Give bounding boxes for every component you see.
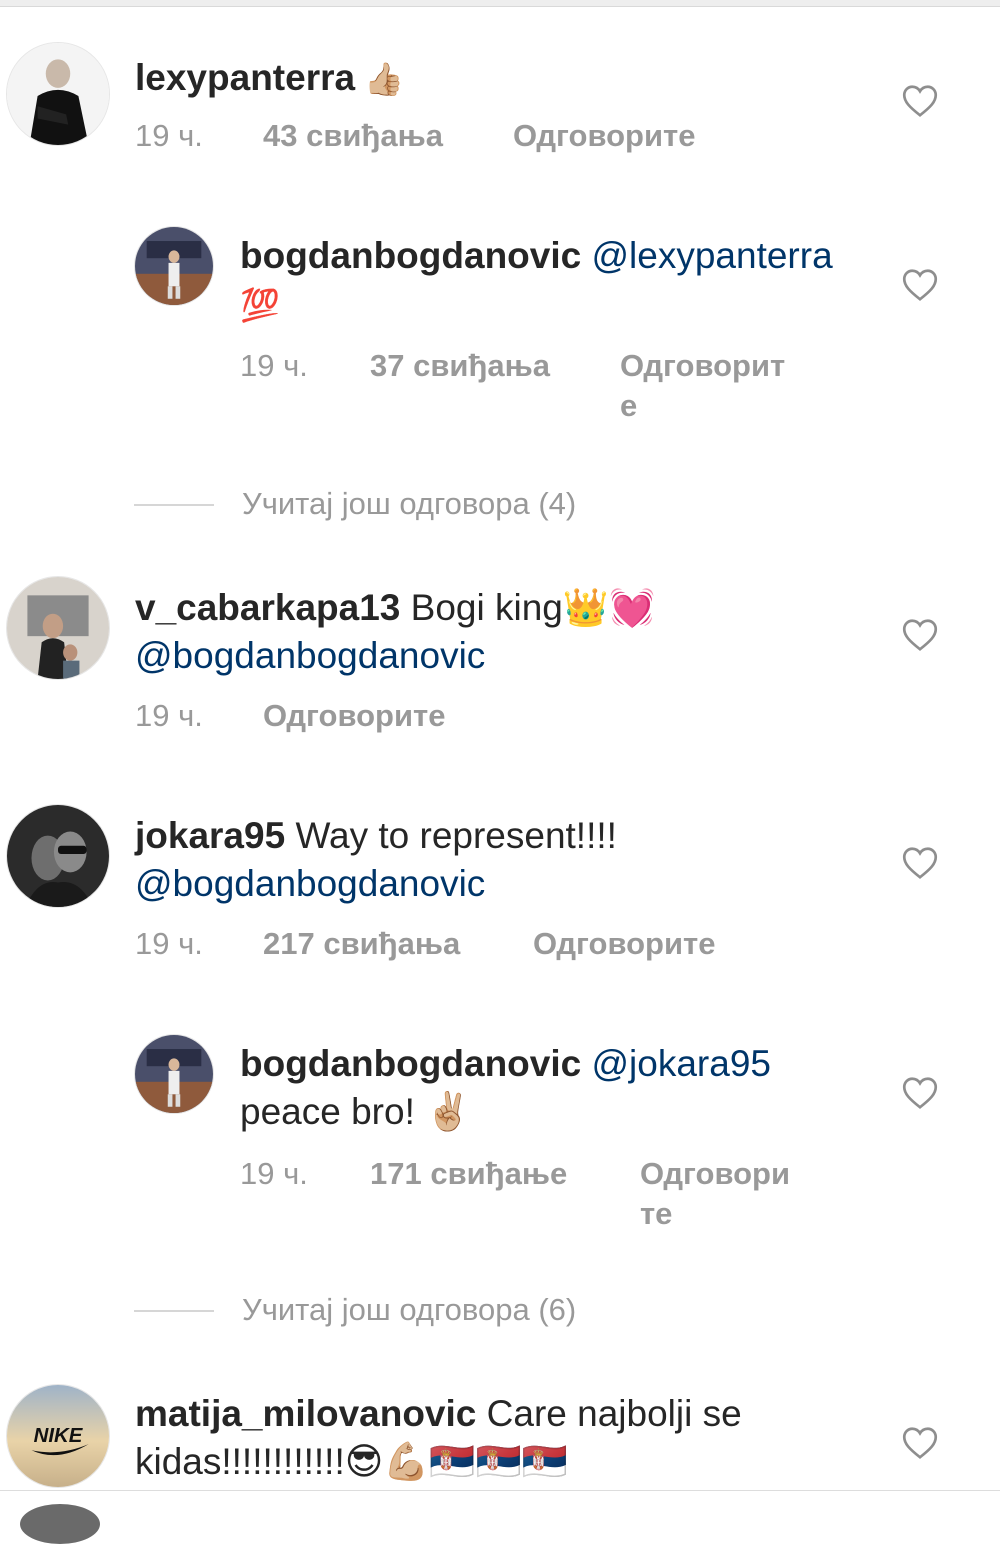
bottom-divider xyxy=(0,1490,1000,1491)
comment-text: jokara95 Way to represent!!!! @bogdanbog… xyxy=(135,812,855,908)
avatar-lexypanterra[interactable] xyxy=(6,42,110,146)
comment-username[interactable]: matija_milovanovic xyxy=(135,1393,476,1434)
comment-username[interactable]: jokara95 xyxy=(135,815,285,856)
comment-mention[interactable]: @bogdanbogdanovic xyxy=(135,863,485,904)
comment-time[interactable]: 19 ч. xyxy=(135,116,203,156)
comment-body: Bogi king👑💓 xyxy=(400,587,656,628)
like-heart-icon[interactable] xyxy=(902,846,938,880)
comment-meta: 19 ч. 217 свиђања Одговорите xyxy=(135,924,775,964)
load-more-replies[interactable]: Учитај још одговора (4) xyxy=(134,484,834,524)
top-divider xyxy=(0,0,1000,7)
comment-username[interactable]: v_cabarkapa13 xyxy=(135,587,400,628)
reply-button[interactable]: Одговорите xyxy=(620,346,800,426)
comment-username[interactable]: bogdanbogdanovic xyxy=(240,235,581,276)
comment-meta: 19 ч. 171 свиђање Одговорите xyxy=(240,1154,800,1234)
comment-body: 👍🏼 xyxy=(355,61,404,97)
comment-likes[interactable]: 217 свиђања xyxy=(263,924,460,964)
comment-body: peace bro! ✌🏼 xyxy=(240,1091,472,1132)
load-more-line xyxy=(134,1310,214,1312)
load-more-label[interactable]: Учитај још одговора (4) xyxy=(242,484,576,524)
comment-likes[interactable]: 43 свиђања xyxy=(263,116,443,156)
comment-text: bogdanbogdanovic @jokara95 peace bro! ✌🏼 xyxy=(240,1040,860,1136)
next-comment-avatar[interactable] xyxy=(20,1504,100,1544)
comment-username[interactable]: lexypanterra xyxy=(135,57,355,98)
comment-meta: 19 ч. 37 свиђања Одговорите xyxy=(240,346,800,426)
comment-time[interactable]: 19 ч. xyxy=(240,1154,308,1194)
like-heart-icon[interactable] xyxy=(902,1076,938,1110)
load-more-replies[interactable]: Учитај још одговора (6) xyxy=(134,1290,834,1330)
comment-likes[interactable]: 171 свиђање xyxy=(370,1154,567,1194)
comment-mention[interactable]: @bogdanbogdanovic xyxy=(135,635,485,676)
comment-mention[interactable]: @jokara95 xyxy=(591,1043,771,1084)
comment-time[interactable]: 19 ч. xyxy=(135,924,203,964)
avatar-jokara95[interactable] xyxy=(6,804,110,908)
comment-time[interactable]: 19 ч. xyxy=(135,696,203,736)
comment-meta: 19 ч. Одговорите xyxy=(135,696,635,736)
comment-mention[interactable]: @lexypanterra xyxy=(591,235,832,276)
avatar-v_cabarkapa13[interactable] xyxy=(6,576,110,680)
reply-button[interactable]: Одговорите xyxy=(263,696,445,736)
like-heart-icon[interactable] xyxy=(902,84,938,118)
comment-body: Way to represent!!!! xyxy=(285,815,617,856)
comment-likes[interactable]: 37 свиђања xyxy=(370,346,550,386)
like-heart-icon[interactable] xyxy=(902,268,938,302)
comment-body: 💯 xyxy=(240,287,280,323)
comment-text: v_cabarkapa13 Bogi king👑💓 @bogdanbogdano… xyxy=(135,584,855,680)
avatar-bogdanbogdanovic[interactable] xyxy=(134,1034,214,1114)
reply-button[interactable]: Одговорите xyxy=(513,116,695,156)
comment-username[interactable]: bogdanbogdanovic xyxy=(240,1043,581,1084)
reply-button[interactable]: Одговорите xyxy=(533,924,715,964)
avatar-matija_milovanovic[interactable]: NIKE xyxy=(6,1384,110,1488)
like-heart-icon[interactable] xyxy=(902,1426,938,1460)
svg-text:NIKE: NIKE xyxy=(34,1425,84,1447)
like-heart-icon[interactable] xyxy=(902,618,938,652)
comment-meta: 19 ч. 43 свиђања Одговорите xyxy=(135,116,775,156)
reply-button[interactable]: Одговорите xyxy=(640,1154,800,1234)
comment-text: bogdanbogdanovic @lexypanterra 💯 xyxy=(240,232,860,329)
avatar-bogdanbogdanovic[interactable] xyxy=(134,226,214,306)
comment-text: matija_milovanovic Care najbolji se kida… xyxy=(135,1390,855,1486)
comment-text: lexypanterra 👍🏼 xyxy=(135,54,855,103)
load-more-line xyxy=(134,504,214,506)
comment-time[interactable]: 19 ч. xyxy=(240,346,308,386)
load-more-label[interactable]: Учитај још одговора (6) xyxy=(242,1290,576,1330)
